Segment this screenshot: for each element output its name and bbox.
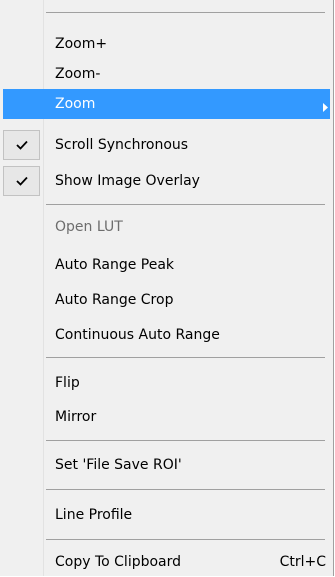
context-menu: Zoom+ Zoom- Zoom Scroll Synchronous Show… [0,0,334,576]
menu-separator [46,489,325,490]
check-indicator [3,166,40,196]
menu-item-set-file-save-roi[interactable]: Set 'File Save ROI' [3,450,330,480]
menu-item-label: Continuous Auto Range [55,327,220,343]
checkmark-icon [16,140,28,150]
menu-item-flip[interactable]: Flip [3,368,330,398]
menu-item-zoom-in[interactable]: Zoom+ [3,29,330,59]
menu-separator [46,357,325,358]
menu-separator [46,12,325,13]
menu-item-label: Copy To Clipboard [55,554,182,570]
menu-item-line-profile[interactable]: Line Profile [3,500,330,530]
check-indicator [3,130,40,160]
menu-item-label: Zoom- [55,66,101,82]
menu-item-label: Open LUT [55,219,123,235]
menu-item-label: Flip [55,375,80,391]
menu-item-zoom-out[interactable]: Zoom- [3,59,330,89]
menu-item-label: Zoom+ [55,36,108,52]
menu-item-mirror[interactable]: Mirror [3,402,330,432]
menu-separator [46,204,325,205]
menu-item-zoom-submenu[interactable]: Zoom [3,89,330,119]
menu-item-label: Set 'File Save ROI' [55,457,182,473]
menu-item-continuous-auto-range[interactable]: Continuous Auto Range [3,320,330,350]
menu-item-auto-range-peak[interactable]: Auto Range Peak [3,250,330,280]
shortcut-text: Ctrl+C [279,554,326,570]
checkmark-icon [16,176,28,186]
menu-item-copy-to-clipboard[interactable]: Copy To Clipboard Ctrl+C [3,547,330,577]
menu-item-label: Mirror [55,409,97,425]
menu-item-label: Zoom [55,96,96,112]
menu-item-auto-range-crop[interactable]: Auto Range Crop [3,285,330,315]
menu-item-label: Show Image Overlay [55,173,200,189]
menu-item-label: Line Profile [55,507,133,523]
menu-item-show-image-overlay[interactable]: Show Image Overlay [3,166,330,196]
menu-separator [46,440,325,441]
menu-item-label: Auto Range Peak [55,257,175,273]
menu-item-label: Scroll Synchronous [55,137,189,153]
menu-item-scroll-synchronous[interactable]: Scroll Synchronous [3,130,330,160]
menu-item-label: Auto Range Crop [55,292,174,308]
menu-item-open-lut: Open LUT [3,212,330,242]
menu-separator [46,539,325,540]
submenu-arrow-icon [323,100,328,116]
